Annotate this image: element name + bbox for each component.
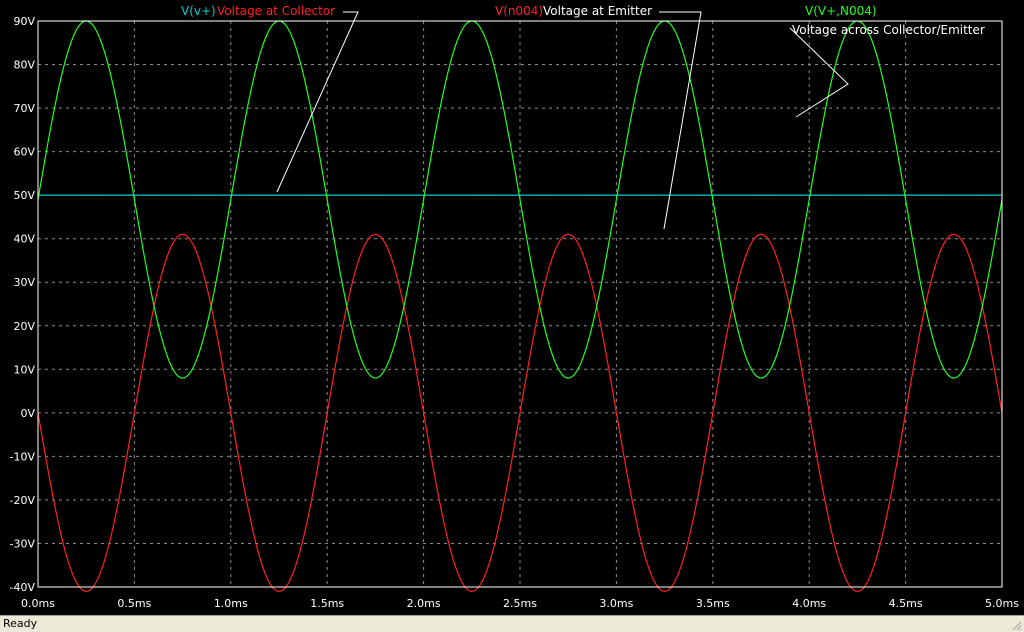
x-tick-label: 4.5ms: [889, 597, 923, 610]
resize-grip-icon[interactable]: [1010, 619, 1022, 631]
y-tick-label: -40V: [10, 581, 36, 594]
y-tick-label: -20V: [10, 494, 36, 507]
legend-n004-name[interactable]: V(n004): [495, 4, 543, 18]
y-tick-label: -10V: [10, 450, 36, 463]
x-tick-label: 5.0ms: [985, 597, 1019, 610]
y-tick-label: 40V: [13, 233, 35, 246]
legend-diff-name[interactable]: V(V+,N004): [805, 4, 877, 18]
x-tick-label: 3.5ms: [696, 597, 730, 610]
y-tick-label: 90V: [13, 15, 35, 28]
waveform-plot[interactable]: 0.0ms 0.5ms 1.0ms 1.5ms 2.0ms 2.5ms 3.0ms 3.5ms…: [0, 0, 1024, 615]
y-tick-label: 30V: [13, 276, 35, 289]
x-tick-label: 1.5ms: [310, 597, 344, 610]
x-tick-label: 4.0ms: [792, 597, 826, 610]
x-tick-label: 0.5ms: [117, 597, 151, 610]
x-tick-label: 0.0ms: [21, 597, 55, 610]
status-text: Ready: [3, 617, 38, 630]
y-tick-label: 60V: [13, 146, 35, 159]
y-tick-label: 20V: [13, 320, 35, 333]
y-tick-label: 0V: [20, 407, 35, 420]
legend-vplus-desc: Voltage at Collector: [217, 4, 335, 18]
y-tick-label: 50V: [13, 189, 35, 202]
y-tick-label: -30V: [10, 537, 36, 550]
annotation-diff-desc: Voltage across Collector/Emitter: [792, 23, 985, 37]
x-tick-label: 1.0ms: [214, 597, 248, 610]
y-tick-label: 80V: [13, 59, 35, 72]
y-tick-label: 70V: [13, 102, 35, 115]
y-tick-label: 10V: [13, 363, 35, 376]
x-tick-label: 2.5ms: [503, 597, 537, 610]
legend-vplus-name[interactable]: V(v+): [181, 4, 216, 18]
status-bar: Ready: [0, 615, 1024, 632]
legend-n004-desc: Voltage at Emitter: [543, 4, 652, 18]
x-tick-label: 2.0ms: [407, 597, 441, 610]
x-tick-label: 3.0ms: [599, 597, 633, 610]
